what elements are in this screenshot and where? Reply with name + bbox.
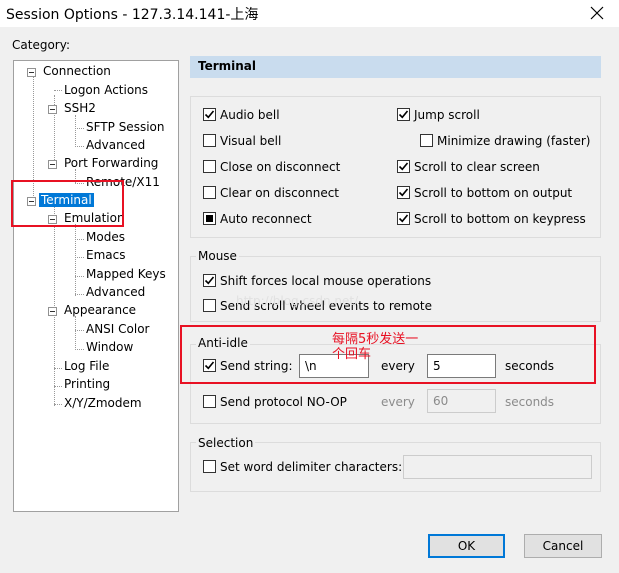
- check-icon: [398, 110, 409, 119]
- category-label: Category:: [12, 38, 70, 52]
- terminal-highlight-box: [11, 180, 124, 227]
- close-icon: [590, 6, 604, 20]
- mouse-legend: Mouse: [196, 249, 239, 263]
- noop-every-label: every: [381, 395, 415, 409]
- word-delimiter-input[interactable]: [403, 455, 592, 479]
- check-icon: [398, 162, 409, 171]
- cancel-button[interactable]: Cancel: [524, 534, 602, 558]
- noop-seconds-label: seconds: [505, 395, 555, 409]
- tree-item-ssh2-advanced[interactable]: Advanced: [84, 137, 147, 154]
- collapse-connection-icon[interactable]: [27, 68, 36, 77]
- session-options-dialog: Session Options - 127.3.14.141-上海 Catego…: [0, 0, 619, 573]
- check-icon: [398, 214, 409, 223]
- tree-item-ssh2[interactable]: SSH2: [62, 100, 98, 117]
- selection-legend: Selection: [196, 436, 256, 450]
- check-icon: [398, 188, 409, 197]
- tree-item-port-forwarding[interactable]: Port Forwarding: [62, 155, 160, 172]
- close-button[interactable]: [575, 0, 619, 27]
- noop-seconds-input[interactable]: 60: [427, 389, 496, 413]
- check-icon: [204, 110, 215, 119]
- tree-item-emacs[interactable]: Emacs: [84, 247, 127, 264]
- annotation-line-1: 每隔5秒发送一: [332, 332, 419, 347]
- panel-header: Terminal: [190, 56, 601, 78]
- ok-button[interactable]: OK: [428, 534, 505, 558]
- watermark-text: http://blog.csdn.net/: [236, 294, 359, 308]
- annotation-line-2: 个回车: [332, 347, 372, 362]
- tree-item-connection[interactable]: Connection: [41, 63, 113, 80]
- tree-item-xyzmodem[interactable]: X/Y/Zmodem: [62, 395, 144, 412]
- panel-title: Terminal: [198, 59, 257, 73]
- tree-item-log-file[interactable]: Log File: [62, 358, 111, 375]
- window-title: Session Options - 127.3.14.141-上海: [6, 7, 259, 23]
- tree-item-mapped-keys[interactable]: Mapped Keys: [84, 266, 168, 283]
- tree-item-printing[interactable]: Printing: [62, 376, 112, 393]
- collapse-ssh2-icon[interactable]: [48, 105, 57, 114]
- tree-item-window[interactable]: Window: [84, 339, 135, 356]
- tree-item-sftp-session[interactable]: SFTP Session: [84, 119, 166, 136]
- tree-item-appearance[interactable]: Appearance: [62, 302, 138, 319]
- category-tree[interactable]: Connection Logon Actions SSH2 SFTP Sessi…: [13, 60, 179, 512]
- collapse-port-forwarding-icon[interactable]: [48, 160, 57, 169]
- annotation-text: 每隔5秒发送一 个回车: [332, 332, 418, 362]
- title-bar: Session Options - 127.3.14.141-上海: [0, 0, 619, 27]
- tree-item-emulation-advanced[interactable]: Advanced: [84, 284, 147, 301]
- collapse-appearance-icon[interactable]: [48, 307, 57, 316]
- tree-item-ansi-color[interactable]: ANSI Color: [84, 321, 152, 338]
- tree-item-logon-actions[interactable]: Logon Actions: [62, 82, 150, 99]
- check-icon: [204, 276, 215, 285]
- tree-item-modes[interactable]: Modes: [84, 229, 127, 246]
